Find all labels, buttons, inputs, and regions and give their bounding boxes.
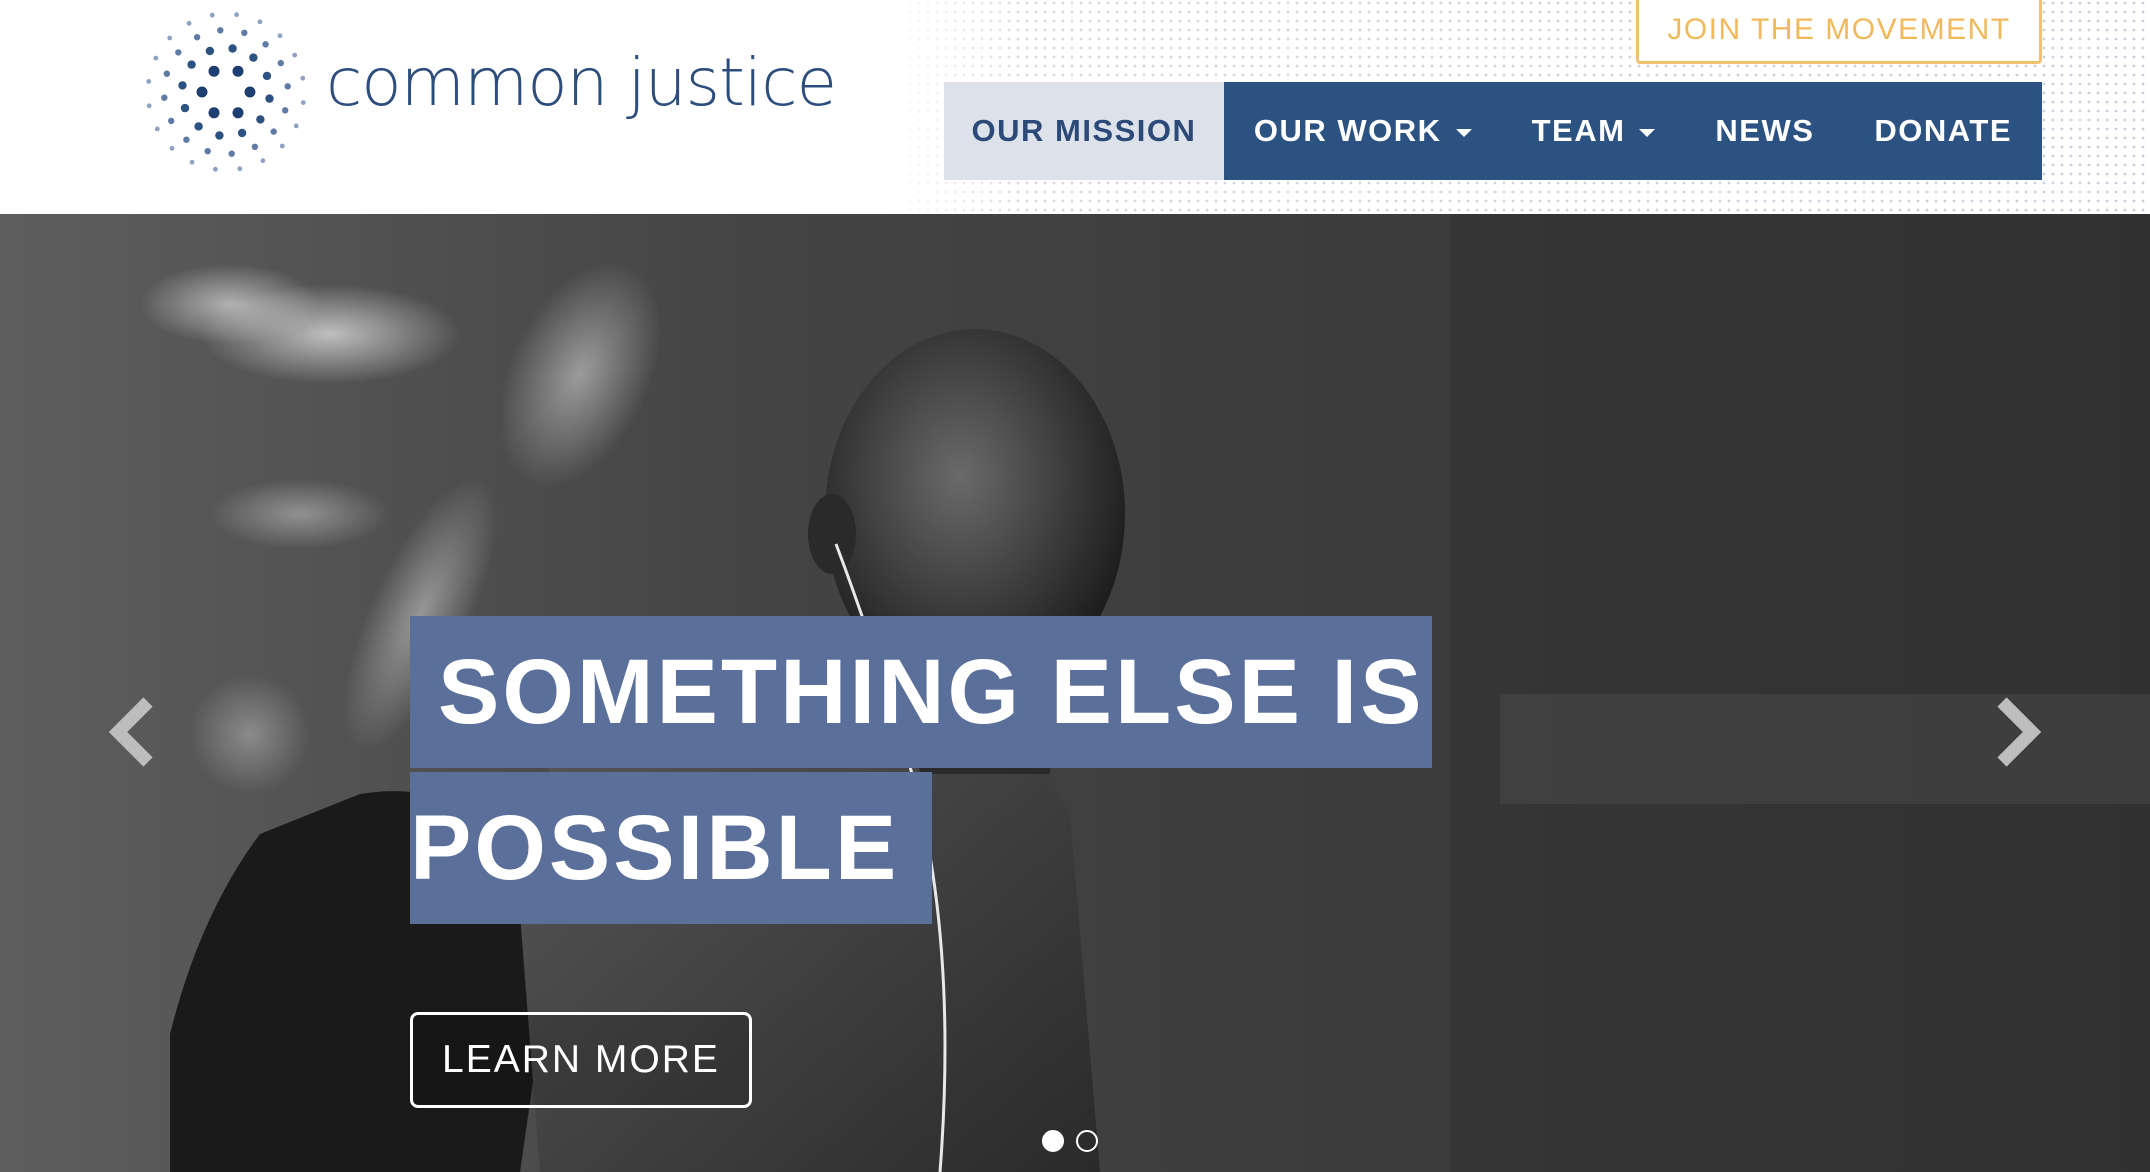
nav-item-donate[interactable]: DONATE — [1844, 82, 2042, 180]
nav-item-label: NEWS — [1715, 113, 1815, 148]
nav-item-label: DONATE — [1874, 113, 2012, 148]
page: common justice JOIN THE MOVEMENT OUR MIS… — [0, 0, 2150, 1172]
starburst-dots-icon — [146, 12, 306, 172]
nav-item-label: OUR WORK — [1253, 113, 1442, 148]
logo-wordmark: common justice — [326, 44, 837, 121]
chevron-left-icon[interactable] — [104, 692, 164, 772]
caret-down-icon — [1639, 129, 1656, 137]
chevron-right-icon[interactable] — [1986, 692, 2046, 772]
hero-carousel: SOMETHING ELSE IS POSSIBLE LEARN MORE — [0, 214, 2150, 1172]
learn-more-button[interactable]: LEARN MORE — [410, 1012, 752, 1108]
join-the-movement-button[interactable]: JOIN THE MOVEMENT — [1636, 0, 2042, 64]
carousel-indicator-2[interactable] — [1076, 1130, 1098, 1152]
nav-item-our-work[interactable]: OUR WORK — [1224, 82, 1502, 180]
caret-down-icon — [1455, 129, 1472, 137]
nav-item-our-mission[interactable]: OUR MISSION — [944, 82, 1224, 180]
carousel-indicator-1[interactable] — [1042, 1130, 1064, 1152]
carousel-indicators — [1042, 1130, 1098, 1152]
nav-item-news[interactable]: NEWS — [1685, 82, 1844, 180]
main-nav: OUR MISSION OUR WORK TEAM NEWS DONATE — [944, 82, 2042, 180]
hero-headline-line-2: POSSIBLE — [410, 772, 932, 924]
nav-item-team[interactable]: TEAM — [1502, 82, 1686, 180]
nav-item-label: OUR MISSION — [971, 113, 1197, 148]
site-header: common justice JOIN THE MOVEMENT OUR MIS… — [0, 0, 2150, 214]
site-logo[interactable]: common justice — [136, 2, 837, 182]
nav-item-label: TEAM — [1531, 113, 1626, 148]
hero-headline-line-1: SOMETHING ELSE IS — [410, 616, 1432, 768]
